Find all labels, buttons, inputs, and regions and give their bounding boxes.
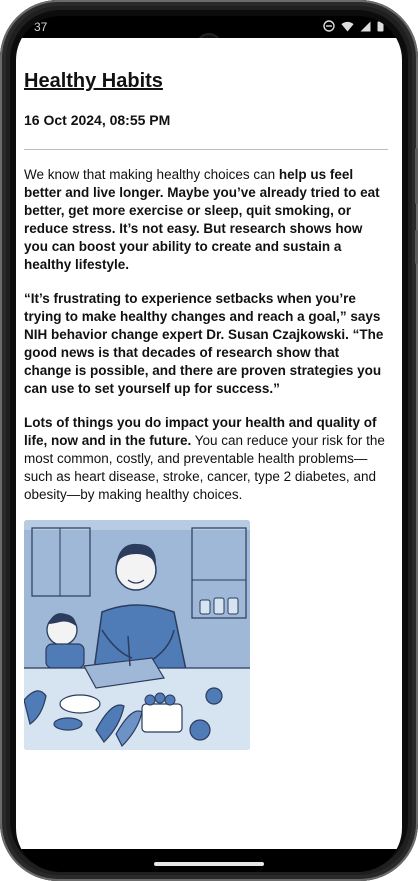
battery-icon [377, 20, 384, 32]
p1-bold-text: help us feel better and live longer. May… [24, 167, 380, 272]
divider [24, 149, 388, 150]
family-cooking-illustration [24, 520, 250, 750]
article: Healthy Habits 16 Oct 2024, 08:55 PM We … [24, 38, 388, 750]
paragraph-3: Lots of things you do impact your health… [24, 414, 388, 504]
do-not-disturb-icon [323, 20, 335, 32]
signal-icon [360, 21, 371, 32]
wifi-icon [341, 21, 354, 32]
paragraph-1: We know that making healthy choices can … [24, 166, 388, 274]
p1-text: We know that making healthy choices can [24, 167, 279, 182]
article-title: Healthy Habits [24, 70, 163, 92]
status-time: 37 [34, 20, 48, 34]
home-indicator[interactable] [154, 862, 264, 866]
phone-frame: 37 Healthy Habits 16 Oct 2024, 08:55 PM … [0, 0, 418, 881]
article-date: 16 Oct 2024, 08:55 PM [24, 112, 171, 128]
app-content: Healthy Habits 16 Oct 2024, 08:55 PM We … [16, 38, 402, 849]
screen: 37 Healthy Habits 16 Oct 2024, 08:55 PM … [16, 16, 402, 872]
status-icons [323, 20, 384, 32]
paragraph-2-quote: “It’s frustrating to experience setbacks… [24, 291, 384, 396]
